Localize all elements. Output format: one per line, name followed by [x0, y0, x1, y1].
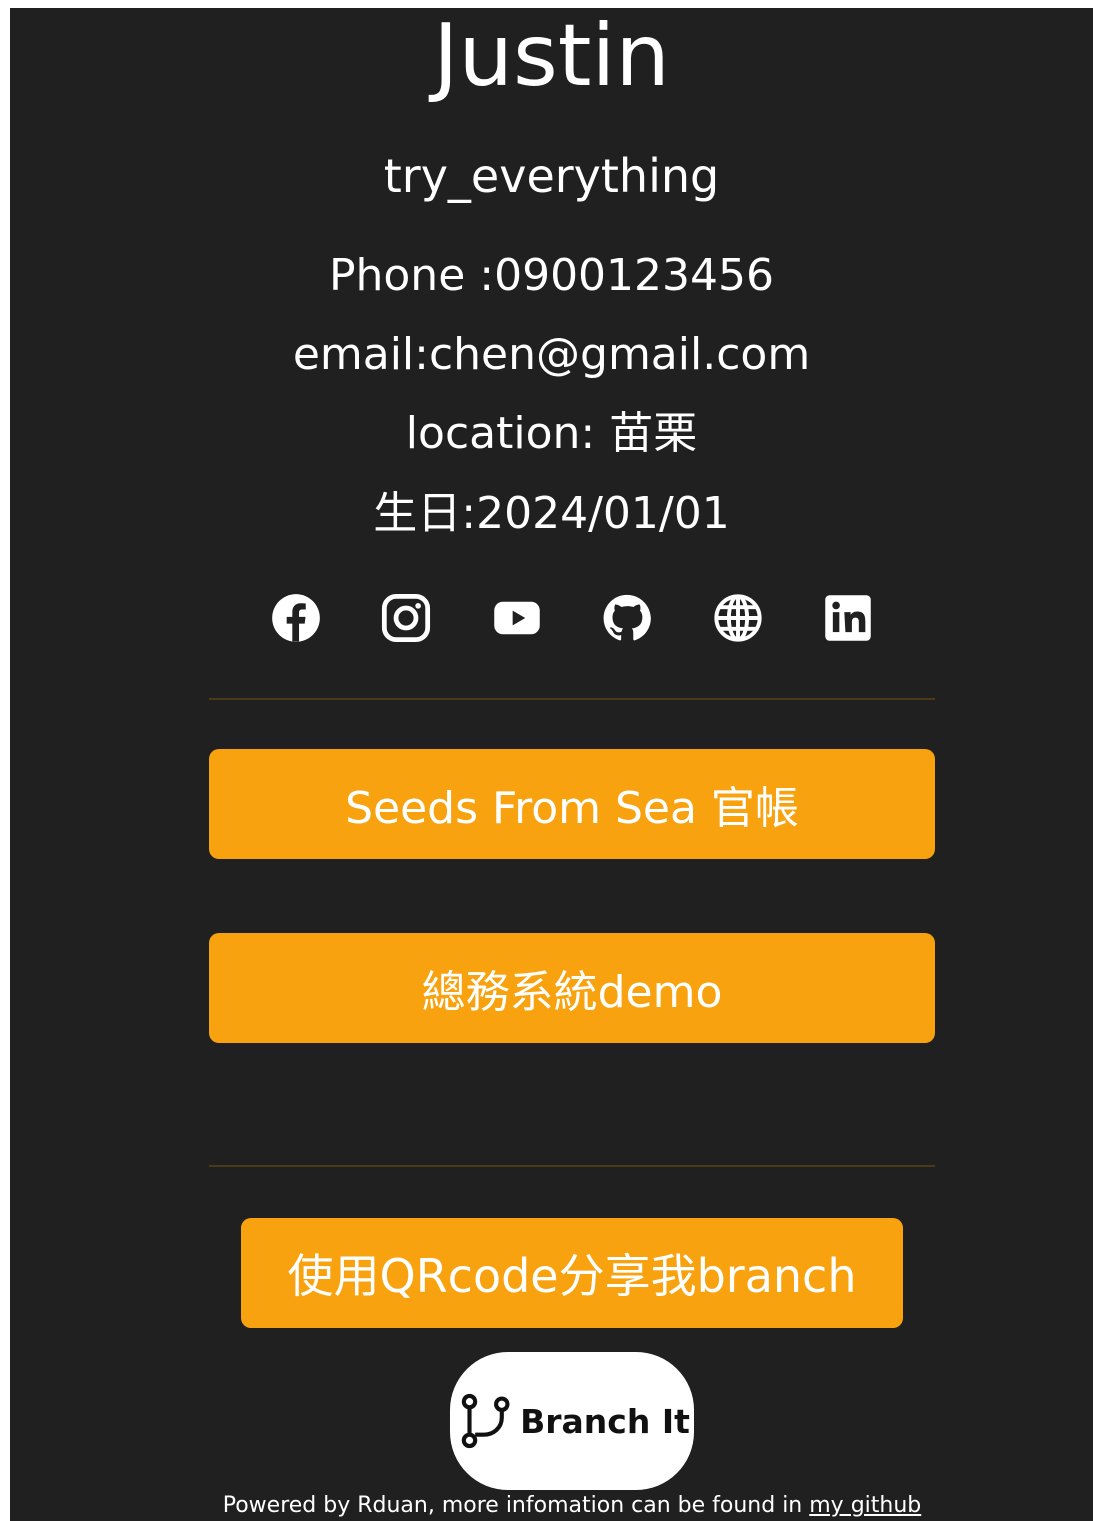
footer-text: Powered by Rduan, more infomation can be…: [222, 1493, 810, 1518]
profile-name: Justin: [433, 6, 670, 106]
seeds-from-sea-button[interactable]: Seeds From Sea 官帳: [209, 749, 935, 859]
branch-icon: [461, 1393, 510, 1449]
youtube-icon[interactable]: [489, 590, 545, 646]
share-qrcode-button[interactable]: 使用QRcode分享我branch: [241, 1218, 903, 1328]
branch-it-label: Branch It: [520, 1401, 690, 1441]
profile-phone: Phone :0900123456: [328, 250, 775, 301]
branch-it-badge[interactable]: Branch It: [450, 1352, 694, 1490]
profile-page: Justin try_everything Phone :0900123456 …: [10, 6, 1093, 1521]
profile-location: location: 苗栗: [405, 408, 698, 459]
github-icon[interactable]: [599, 590, 655, 646]
footer: Powered by Rduan, more infomation can be…: [209, 1492, 935, 1520]
divider: [209, 1165, 935, 1167]
profile-birthday: 生日:2024/01/01: [373, 488, 730, 539]
facebook-icon[interactable]: [268, 590, 324, 646]
github-link[interactable]: my github: [809, 1493, 921, 1518]
linkedin-icon[interactable]: [820, 590, 876, 646]
profile-email: email:chen@gmail.com: [292, 329, 811, 380]
instagram-icon[interactable]: [378, 590, 434, 646]
admin-system-demo-button[interactable]: 總務系統demo: [209, 933, 935, 1043]
divider: [209, 698, 935, 700]
profile-tagline: try_everything: [383, 149, 720, 203]
globe-icon[interactable]: [710, 590, 766, 646]
